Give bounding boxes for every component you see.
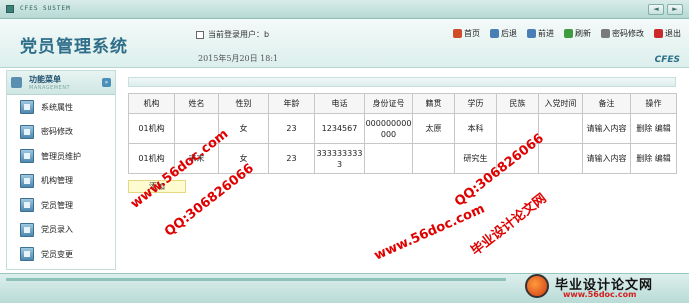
table-cell: 请输入内容 — [582, 113, 631, 144]
sidebar-item-label: 党员录入 — [41, 225, 73, 235]
table-cell: 23 — [268, 143, 315, 174]
brand-label: CFES — [654, 55, 680, 65]
column-header: 学历 — [454, 93, 497, 114]
column-header: 机构 — [128, 93, 175, 114]
column-header: 籍贯 — [412, 93, 455, 114]
sidebar-item-icon — [20, 149, 34, 164]
sidebar-title: 功能菜单 — [29, 75, 61, 84]
sidebar-item-org-management[interactable]: 机构管理 — [7, 169, 115, 194]
column-header: 姓名 — [174, 93, 219, 114]
member-table: 机构 姓名 性别 年龄 电话 身份证号 籍贯 学历 民族 入党时间 备注 操作 … — [128, 93, 677, 174]
user-icon — [196, 30, 204, 39]
table-cell — [364, 143, 413, 174]
nav-prev-button[interactable]: ◄ — [648, 4, 664, 15]
exit-button[interactable]: 退出 — [652, 27, 683, 40]
refresh-button[interactable]: 刷新 — [562, 27, 593, 40]
change-password-button[interactable]: 密码修改 — [599, 27, 646, 40]
table-cell: 000000000000 — [364, 113, 413, 144]
column-header: 民族 — [496, 93, 539, 114]
current-date: 2015年5月20日 18:1 — [198, 54, 279, 63]
sidebar-item-label: 密码修改 — [41, 127, 73, 137]
forward-label: 前进 — [538, 29, 554, 38]
system-name: CFES SUSTEM — [20, 5, 71, 12]
forward-button[interactable]: 前进 — [525, 27, 556, 40]
sidebar-item-icon — [20, 100, 34, 115]
refresh-label: 刷新 — [575, 29, 591, 38]
sidebar: 功能菜单 MANAGEMENT » 系统属性 密码修改 管理员维护 机构管理 党… — [6, 70, 116, 270]
sidebar-item-icon — [20, 222, 34, 237]
change-password-label: 密码修改 — [612, 29, 644, 38]
sidebar-item-label: 系统属性 — [41, 102, 73, 112]
sidebar-item-label: 党员变更 — [41, 249, 73, 259]
column-header: 身份证号 — [364, 93, 413, 114]
table-cell: 请输入内容 — [582, 143, 631, 174]
back-button[interactable]: 后退 — [488, 27, 519, 40]
sidebar-item-admin-maintenance[interactable]: 管理员维护 — [7, 144, 115, 169]
forward-icon — [527, 29, 536, 38]
column-header: 入党时间 — [538, 93, 583, 114]
column-header: 性别 — [218, 93, 269, 114]
table-cell: 本科 — [454, 113, 497, 144]
window-nav: ◄ ► — [648, 4, 683, 15]
sidebar-header: 功能菜单 MANAGEMENT » — [7, 71, 115, 95]
table-cell: 23 — [268, 113, 315, 144]
current-user: 当前登录用户：b — [196, 29, 269, 40]
refresh-icon — [564, 29, 573, 38]
collapse-toggle-icon[interactable]: » — [102, 78, 111, 87]
table-cell: 01机构 — [128, 113, 175, 144]
table-cell: 太原 — [412, 113, 455, 144]
column-header: 备注 — [582, 93, 631, 114]
sidebar-item-member-management[interactable]: 党员管理 — [7, 193, 115, 218]
window-chrome: CFES SUSTEM ◄ ► — [0, 0, 689, 19]
menu-icon — [11, 77, 22, 88]
exit-icon — [654, 29, 663, 38]
sidebar-item-icon — [20, 173, 34, 188]
row-actions[interactable]: 删除 编辑 — [630, 113, 677, 144]
row-actions[interactable]: 删除 编辑 — [630, 143, 677, 174]
sidebar-subtitle: MANAGEMENT — [29, 85, 71, 91]
column-header: 操作 — [630, 93, 677, 114]
sidebar-item-icon — [20, 124, 34, 139]
home-label: 首页 — [464, 29, 480, 38]
current-user-label: 当前登录用户：b — [208, 30, 270, 39]
back-label: 后退 — [501, 29, 517, 38]
logo-url: www.56doc.com — [563, 290, 637, 299]
header: 党员管理系统 当前登录用户：b 2015年5月20日 18:1 首页 后退 前进… — [0, 19, 689, 68]
table-cell: 3333333333 — [314, 143, 365, 174]
content-title-bar — [128, 77, 676, 87]
table-cell — [412, 143, 455, 174]
nav-next-button[interactable]: ► — [667, 4, 683, 15]
home-button[interactable]: 首页 — [451, 27, 482, 40]
app-title: 党员管理系统 — [20, 37, 128, 57]
logo-icon — [525, 274, 549, 298]
back-icon — [490, 29, 499, 38]
table-header-row: 机构 姓名 性别 年龄 电话 身份证号 籍贯 学历 民族 入党时间 备注 操作 — [128, 93, 677, 114]
table-cell: 1234567 — [314, 113, 365, 144]
sidebar-item-system-properties[interactable]: 系统属性 — [7, 95, 115, 120]
home-icon — [453, 29, 462, 38]
column-header: 年龄 — [268, 93, 315, 114]
system-logo-icon — [6, 5, 14, 13]
column-header: 电话 — [314, 93, 365, 114]
sidebar-item-icon — [20, 198, 34, 213]
toolbar: 首页 后退 前进 刷新 密码修改 退出 — [451, 27, 683, 40]
sidebar-item-icon — [20, 247, 34, 262]
sidebar-item-label: 党员管理 — [41, 200, 73, 210]
sidebar-item-member-change[interactable]: 党员变更 — [7, 242, 115, 267]
sidebar-item-label: 机构管理 — [41, 176, 73, 186]
footer-logo: 毕业设计论文网 www.56doc.com — [525, 272, 685, 302]
table-cell — [538, 143, 583, 174]
sidebar-item-change-password[interactable]: 密码修改 — [7, 120, 115, 145]
exit-label: 退出 — [665, 29, 681, 38]
sidebar-item-member-entry[interactable]: 党员录入 — [7, 218, 115, 243]
sidebar-item-label: 管理员维护 — [41, 151, 81, 161]
table-cell — [538, 113, 583, 144]
key-icon — [601, 29, 610, 38]
footer-strip — [6, 278, 506, 281]
